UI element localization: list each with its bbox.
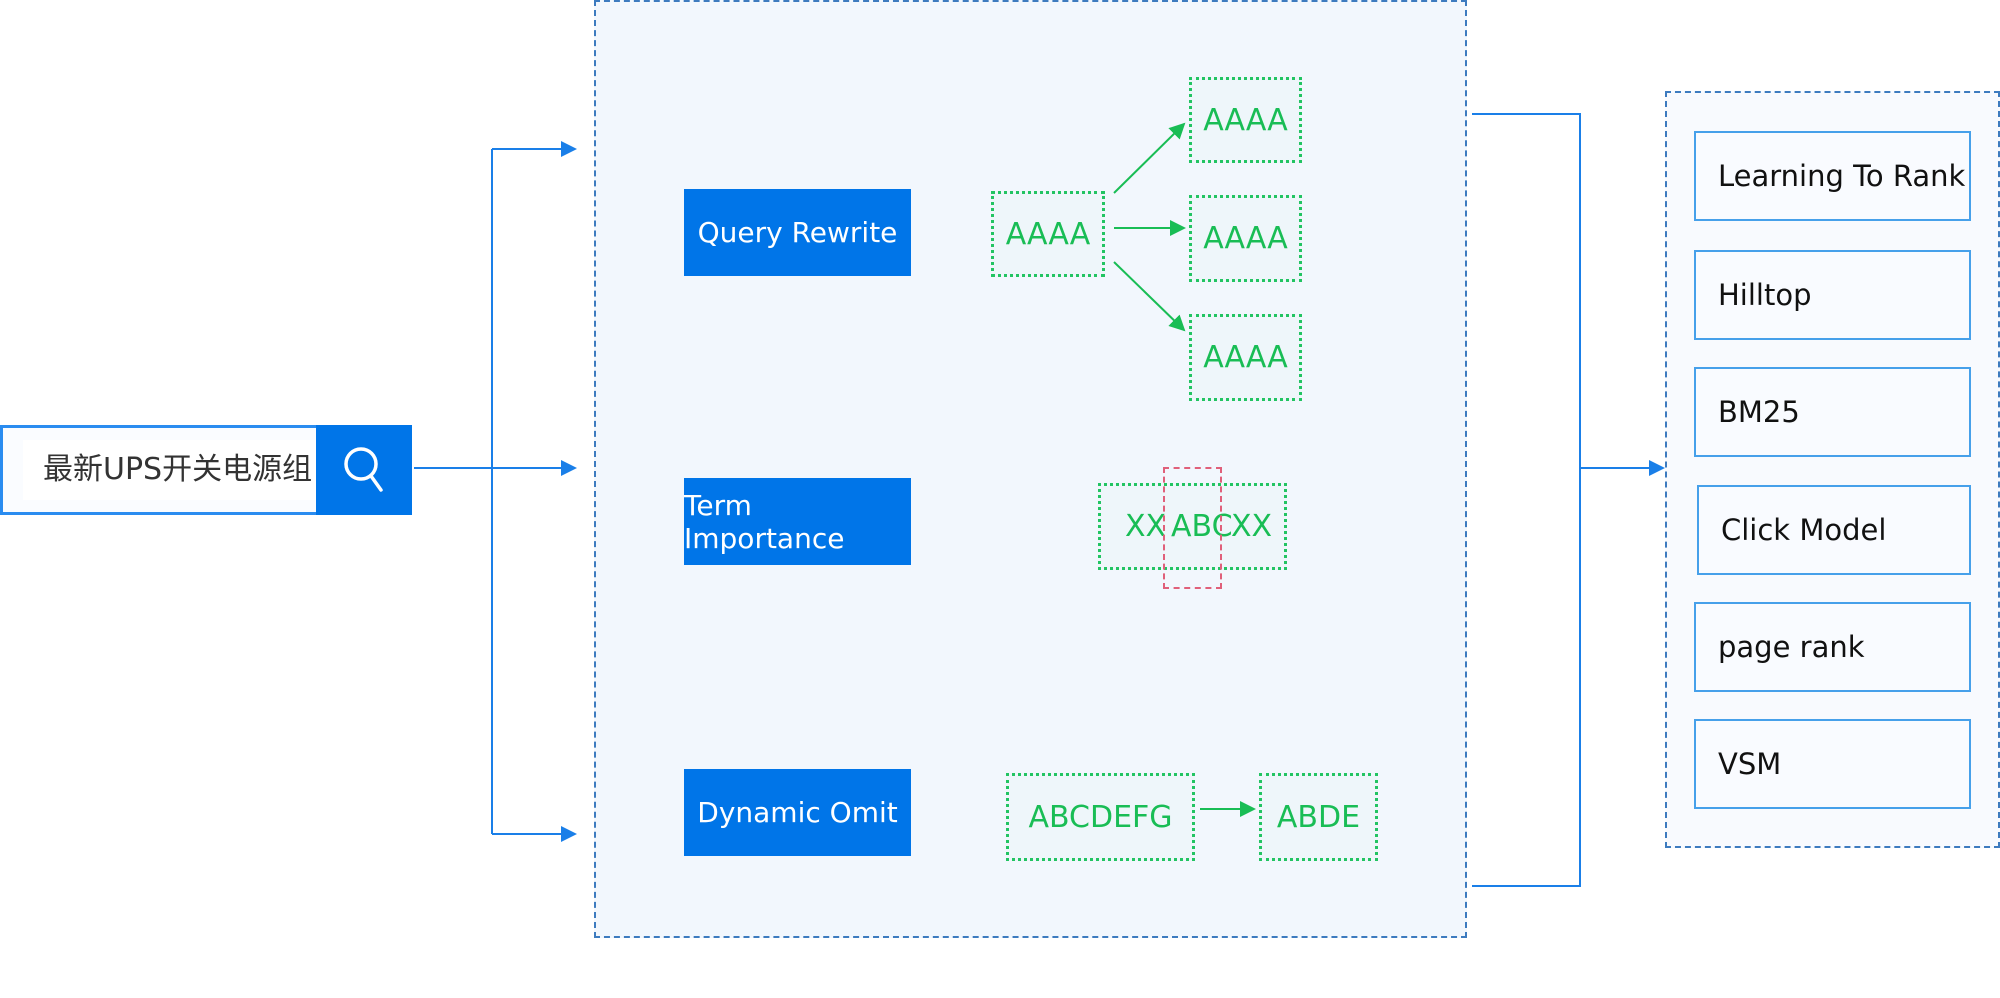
query-rewrite-step: Query Rewrite — [684, 189, 911, 276]
ranking-item-bm25: BM25 — [1694, 367, 1971, 457]
ranking-item-hilltop: Hilltop — [1694, 250, 1971, 340]
search-button[interactable] — [316, 425, 412, 515]
rewrite-source: AAAA — [991, 191, 1105, 277]
omit-source: ABCDEFG — [1006, 773, 1195, 861]
ranking-item-click-model: Click Model — [1697, 485, 1971, 575]
term-left: XX — [1125, 509, 1167, 544]
merge-bracket — [1472, 113, 1581, 887]
rewrite-target-3: AAAA — [1189, 314, 1302, 401]
rewrite-target-2: AAAA — [1189, 195, 1302, 282]
important-term-highlight — [1163, 467, 1222, 589]
search-icon — [344, 447, 383, 492]
rewrite-arrow-1 — [1113, 122, 1186, 194]
dynamic-omit-step: Dynamic Omit — [684, 769, 911, 856]
omit-target: ABDE — [1259, 773, 1378, 861]
term-importance-step: Term Importance — [684, 478, 911, 565]
ranking-item-page-rank: page rank — [1694, 602, 1971, 692]
rewrite-arrow-3 — [1113, 261, 1186, 332]
ranking-item-vsm: VSM — [1694, 719, 1971, 809]
ranking-item-learning-to-rank: Learning To Rank — [1694, 131, 1971, 221]
search-input[interactable]: 最新UPS开关电源组 — [23, 440, 323, 500]
rewrite-target-1: AAAA — [1189, 77, 1302, 163]
term-right: XX — [1231, 509, 1273, 544]
